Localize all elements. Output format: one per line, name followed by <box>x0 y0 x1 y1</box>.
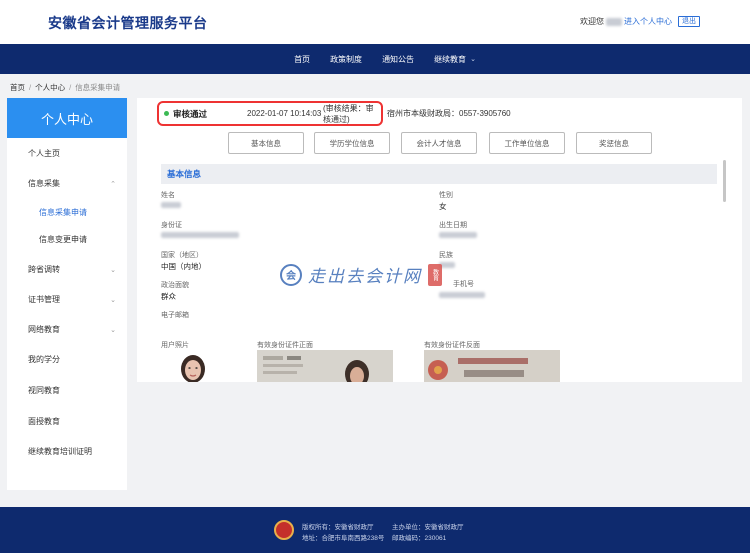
sidebar-item-home[interactable]: 个人主页 <box>28 148 116 159</box>
id-back-label: 有效身份证件反面 <box>424 342 480 349</box>
sidebar-item-label: 面授教育 <box>28 417 60 426</box>
breadcrumb-separator: / <box>29 83 32 92</box>
logout-button[interactable]: 退出 <box>678 16 700 27</box>
tab-rewards-info[interactable]: 奖惩信息 <box>576 132 652 154</box>
gender-label: 性别 <box>439 192 453 199</box>
nav-item-home[interactable]: 首页 <box>284 54 320 65</box>
tab-employer-info[interactable]: 工作单位信息 <box>489 132 565 154</box>
footer-host: 主办单位：安徽省财政厅 <box>392 524 464 531</box>
watermark-text: 走出去会计网 <box>308 267 422 287</box>
breadcrumb-separator: / <box>69 83 72 92</box>
chevron-down-icon: ⌄ <box>110 266 116 274</box>
sidebar-item-certificates[interactable]: 证书管理 ⌄ <box>28 294 116 305</box>
country-value: 中国（内地） <box>161 262 206 271</box>
user-area: 欢迎您 进入个人中心 退出 <box>580 16 700 27</box>
nav-item-notices[interactable]: 通知公告 <box>372 54 424 65</box>
status-label: 审核通过 <box>173 108 208 119</box>
nav-item-policy[interactable]: 政策制度 <box>320 54 372 65</box>
main-panel: 审核通过 2022-01-07 10:14:03 (审核结果：审核通过) 宿州市… <box>137 98 742 382</box>
site-title[interactable]: 安徽省会计管理服务平台 <box>48 13 208 33</box>
politics-value: 群众 <box>161 292 176 301</box>
sidebar-item-my-credits[interactable]: 我的学分 <box>28 354 116 365</box>
welcome-text: 欢迎您 <box>580 17 604 26</box>
chevron-down-icon: ⌄ <box>110 296 116 304</box>
country-label: 国家（地区） <box>161 252 203 259</box>
watermark-logo-icon: 会 <box>280 263 302 286</box>
sidebar-item-label: 跨省调转 <box>28 265 60 274</box>
id-card-front-image[interactable] <box>257 350 393 382</box>
enter-personal-center-link[interactable]: 进入个人中心 <box>624 16 672 27</box>
site-header: 安徽省会计管理服务平台 欢迎您 进入个人中心 退出 <box>0 0 750 44</box>
sidebar-item-equivalent-education[interactable]: 视同教育 <box>28 385 116 396</box>
sidebar-item-label: 信息采集 <box>28 179 60 188</box>
review-status-box: 审核通过 2022-01-07 10:14:03 (审核结果：审核通过) <box>157 101 383 126</box>
name-label: 姓名 <box>161 192 175 199</box>
breadcrumb-personal-center[interactable]: 个人中心 <box>35 82 65 93</box>
sidebar-item-info-collection[interactable]: 信息采集 ⌃ <box>28 178 116 189</box>
chevron-down-icon: ⌄ <box>110 326 116 334</box>
footer-copyright: 版权所有：安徽省财政厅 <box>302 524 374 531</box>
tab-talent-info[interactable]: 会计人才信息 <box>401 132 477 154</box>
status-result: (审核结果：审核通过) <box>323 103 374 124</box>
breadcrumb-home[interactable]: 首页 <box>10 82 25 93</box>
tab-education-info[interactable]: 学历学位信息 <box>314 132 390 154</box>
user-photo[interactable] <box>171 353 215 382</box>
phone-label: 手机号 <box>453 281 474 288</box>
sidebar-item-label: 继续教育培训证明 <box>28 447 92 456</box>
review-org-contact: 宿州市本级财政局：0557-3905760 <box>387 109 511 118</box>
chevron-up-icon: ⌃ <box>110 180 116 188</box>
footer-address: 地址：合肥市阜南西路238号 <box>302 535 385 542</box>
sidebar-item-online-education[interactable]: 网络教育 ⌄ <box>28 324 116 335</box>
user-name-blurred <box>606 17 622 26</box>
nav-item-continuing-education[interactable]: 继续教育 ⌄ <box>424 54 486 65</box>
watermark-seal-icon: 教育 <box>428 263 442 286</box>
sidebar-title: 个人中心 <box>7 98 127 138</box>
idcard-value-blurred <box>161 232 239 238</box>
nation-label: 民族 <box>439 252 453 259</box>
sidebar: 个人中心 个人主页 信息采集 ⌃ 信息采集申请 信息变更申请 跨省调转 ⌄ 证书管理… <box>7 98 127 490</box>
sidebar-item-label: 信息变更申请 <box>39 235 87 244</box>
phone-value-blurred <box>439 292 485 298</box>
sidebar-item-label: 证书管理 <box>28 295 60 304</box>
breadcrumb: 首页 / 个人中心 / 信息采集申请 <box>10 82 120 93</box>
footer-postcode: 邮政编码：230061 <box>392 535 447 542</box>
chevron-down-icon: ⌄ <box>470 56 476 63</box>
email-label: 电子邮箱 <box>161 312 189 319</box>
politics-label: 政治面貌 <box>161 282 189 289</box>
sidebar-item-transfer[interactable]: 跨省调转 ⌄ <box>28 264 116 275</box>
site-footer: 版权所有：安徽省财政厅 地址：合肥市阜南西路238号 主办单位：安徽省财政厅 邮… <box>0 507 750 553</box>
nav-item-label: 继续教育 <box>434 54 467 64</box>
sidebar-item-in-person-education[interactable]: 面授教育 <box>28 416 116 427</box>
sidebar-item-training-certificate[interactable]: 继续教育培训证明 <box>28 446 116 457</box>
sidebar-item-label: 网络教育 <box>28 325 60 334</box>
photo-label: 用户照片 <box>161 342 189 349</box>
id-front-label: 有效身份证件正面 <box>257 342 313 349</box>
sidebar-item-info-change[interactable]: 信息变更申请 <box>39 234 127 245</box>
sidebar-item-label: 信息采集申请 <box>39 208 87 217</box>
main-nav: 首页 政策制度 通知公告 继续教育 ⌄ <box>0 44 750 74</box>
sidebar-item-label: 我的学分 <box>28 355 60 364</box>
idcard-label: 身份证 <box>161 222 182 229</box>
birth-value-blurred <box>439 232 477 238</box>
emblem-icon <box>274 520 294 540</box>
sidebar-item-label: 个人主页 <box>28 149 60 158</box>
id-card-back-image[interactable] <box>424 350 560 382</box>
sidebar-item-info-apply[interactable]: 信息采集申请 <box>39 207 127 218</box>
birth-label: 出生日期 <box>439 222 467 229</box>
tab-basic-info[interactable]: 基本信息 <box>228 132 304 154</box>
status-dot-icon <box>164 111 169 116</box>
status-time: 2022-01-07 10:14:03 <box>247 109 322 118</box>
name-value-blurred <box>161 202 181 208</box>
scrollbar-thumb[interactable] <box>723 160 726 202</box>
breadcrumb-current: 信息采集申请 <box>75 83 121 92</box>
section-title: 基本信息 <box>161 164 717 184</box>
gender-value: 女 <box>439 202 447 211</box>
sidebar-item-label: 视同教育 <box>28 386 60 395</box>
watermark: 会 走出去会计网 教育 <box>280 262 442 287</box>
